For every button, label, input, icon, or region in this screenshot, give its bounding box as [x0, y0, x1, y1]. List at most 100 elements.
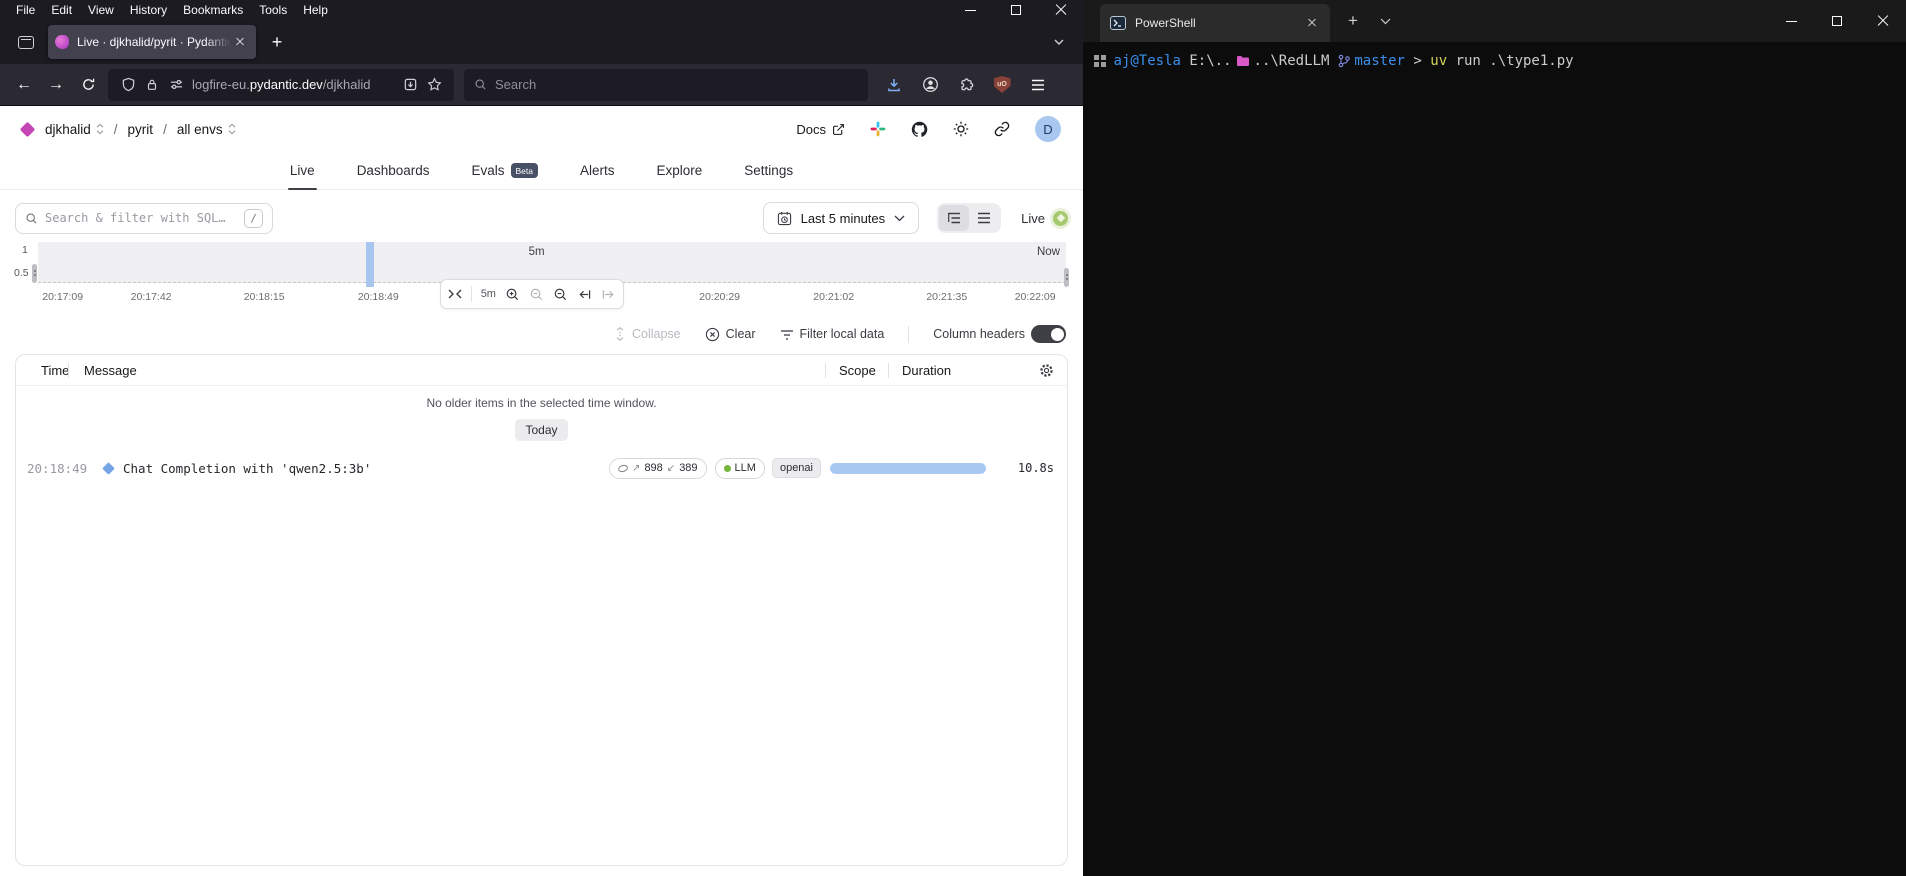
menu-tools[interactable]: Tools	[251, 2, 295, 18]
sql-search-input[interactable]: Search & filter with SQL… /	[15, 202, 273, 234]
forward-button[interactable]: →	[40, 70, 72, 100]
column-headers-toggle[interactable]	[1031, 325, 1066, 343]
sql-search-placeholder: Search & filter with SQL…	[45, 211, 226, 225]
col-message[interactable]: Message	[69, 363, 825, 378]
terminal-minimize-button[interactable]	[1768, 0, 1814, 42]
minimize-button[interactable]	[948, 0, 993, 20]
timeline: 1 0.5 5m Now 20:17:09 20:17:42 20:18:15 …	[0, 240, 1083, 316]
live-indicator[interactable]: Live	[1021, 210, 1068, 226]
firefox-view-button[interactable]	[10, 27, 42, 57]
lock-icon[interactable]	[140, 77, 164, 92]
timeline-left-handle[interactable]	[32, 264, 37, 283]
permissions-icon[interactable]	[164, 78, 188, 91]
downloads-button[interactable]	[878, 70, 910, 100]
logfire-logo-icon[interactable]	[19, 121, 36, 137]
extensions-button[interactable]	[950, 70, 982, 100]
col-scope[interactable]: Scope	[826, 363, 888, 378]
account-button[interactable]	[914, 70, 946, 100]
menu-file[interactable]: File	[8, 2, 43, 18]
terminal-new-tab-button[interactable]: +	[1336, 0, 1370, 42]
terminal-maximize-button[interactable]	[1814, 0, 1860, 42]
browser-search-bar[interactable]: Search	[464, 68, 868, 101]
timeline-right-handle[interactable]	[1064, 268, 1069, 287]
menu-help[interactable]: Help	[295, 2, 336, 18]
reload-button[interactable]	[72, 70, 104, 100]
theme-toggle[interactable]	[953, 121, 969, 137]
collapse-range-icon[interactable]	[448, 288, 462, 300]
token-usage-badge[interactable]: ↗ 898 ↙ 389	[609, 457, 707, 479]
close-button[interactable]	[1038, 0, 1083, 20]
time-range-dropdown[interactable]: Last 5 minutes	[762, 202, 920, 234]
logfire-nav-tabs: Live Dashboards Evals Beta Alerts Explore…	[0, 152, 1083, 190]
share-link-button[interactable]	[994, 121, 1010, 137]
new-tab-button[interactable]: +	[262, 27, 292, 57]
day-separator-chip[interactable]: Today	[515, 419, 568, 441]
timeline-chart[interactable]: 5m Now	[38, 242, 1069, 287]
breadcrumb-org[interactable]: djkhalid	[45, 122, 91, 137]
span-row[interactable]: 20:18:49 Chat Completion with 'qwen2.5:3…	[16, 454, 1067, 482]
pan-right-icon-disabled[interactable]	[601, 288, 616, 301]
collapse-button[interactable]: Collapse	[614, 327, 681, 341]
filter-local-button[interactable]: Filter local data	[780, 327, 884, 341]
tab-settings[interactable]: Settings	[742, 152, 795, 189]
app-menu-button[interactable]	[1022, 70, 1054, 100]
user-avatar[interactable]: D	[1035, 116, 1061, 142]
maximize-button[interactable]	[993, 0, 1038, 20]
pan-left-icon[interactable]	[577, 288, 592, 301]
tab-evals[interactable]: Evals Beta	[469, 152, 540, 189]
tab-close-icon[interactable]	[231, 33, 249, 51]
row-badges: ↗ 898 ↙ 389 LLM openai 10.8s	[609, 457, 1067, 479]
tab-live[interactable]: Live	[287, 152, 317, 190]
span-diamond-icon	[102, 461, 115, 475]
col-duration[interactable]: Duration	[889, 363, 1039, 378]
github-link[interactable]	[911, 121, 928, 138]
browser-tab[interactable]: Live · djkhalid/pyrit · Pydantic L	[48, 25, 256, 59]
slack-link[interactable]	[870, 121, 886, 137]
prompt-chevron	[1405, 53, 1413, 69]
docs-link[interactable]: Docs	[796, 122, 845, 137]
terminal-window-controls	[1768, 0, 1906, 42]
zoom-out-icon[interactable]	[553, 287, 568, 302]
list-all-tabs-button[interactable]	[1045, 38, 1073, 46]
breadcrumb-separator: /	[163, 121, 167, 137]
ublock-button[interactable]: uO	[986, 70, 1018, 100]
env-switcher-icon[interactable]	[228, 123, 236, 135]
tracking-protection-icon[interactable]	[116, 77, 140, 92]
terminal-body[interactable]: aj@Tesla E:\.. ..\RedLLM master > uv run…	[1083, 42, 1906, 876]
back-button[interactable]: ←	[8, 70, 40, 100]
save-page-icon[interactable]	[398, 77, 422, 92]
timeline-activity-bar[interactable]	[365, 242, 374, 287]
zoom-in-icon[interactable]	[505, 287, 520, 302]
view-mode-segmented	[937, 203, 1002, 233]
url-bar[interactable]: logfire-eu.pydantic.dev/djkhalid	[108, 68, 454, 101]
tree-view-button[interactable]	[939, 205, 970, 231]
zoom-out-icon-disabled[interactable]	[529, 287, 544, 302]
column-headers-toggle-group: Column headers	[933, 325, 1066, 343]
list-view-button[interactable]	[969, 205, 999, 231]
menu-bookmarks[interactable]: Bookmarks	[175, 2, 251, 18]
tab-dashboards[interactable]: Dashboards	[355, 152, 432, 189]
breadcrumb-environment[interactable]: all envs	[177, 122, 223, 137]
terminal-tab[interactable]: PowerShell	[1100, 4, 1330, 42]
tab-explore[interactable]: Explore	[655, 152, 705, 189]
tab-alerts[interactable]: Alerts	[578, 152, 617, 189]
terminal-dropdown-button[interactable]	[1370, 0, 1400, 42]
bookmark-star-icon[interactable]	[422, 77, 446, 92]
clear-button[interactable]: Clear	[705, 327, 756, 342]
terminal-tab-close-icon[interactable]	[1304, 15, 1320, 31]
breadcrumb-project[interactable]: pyrit	[128, 122, 154, 137]
x-axis-tick: 20:17:42	[130, 291, 172, 303]
scope-badge[interactable]: LLM	[714, 457, 765, 479]
menu-view[interactable]: View	[80, 2, 122, 18]
menu-history[interactable]: History	[122, 2, 175, 18]
table-settings-button[interactable]	[1039, 363, 1067, 378]
terminal-close-button[interactable]	[1860, 0, 1906, 42]
terminal-titlebar[interactable]: PowerShell +	[1083, 0, 1906, 42]
menu-edit[interactable]: Edit	[43, 2, 80, 18]
otel-scope-tag[interactable]: openai	[771, 458, 821, 478]
org-switcher-icon[interactable]	[96, 123, 104, 135]
duration-bar[interactable]	[830, 462, 986, 474]
back-icon: ←	[16, 75, 32, 93]
screen: File Edit View History Bookmarks Tools H…	[0, 0, 1906, 876]
col-time[interactable]: Time	[16, 363, 69, 378]
